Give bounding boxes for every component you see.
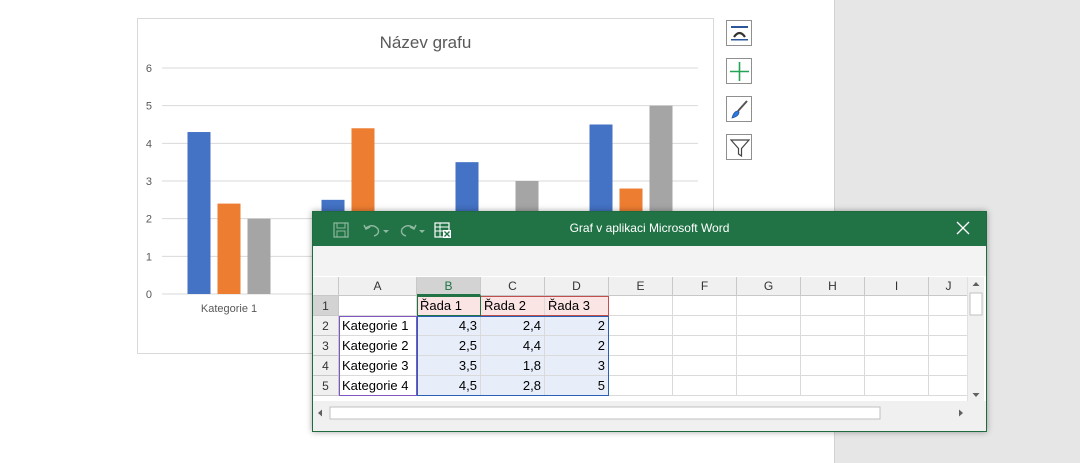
- spreadsheet-grid[interactable]: A B C D E F G H I J 1 2 3 4 5 Řada 1 Řada 2 Řada 3 Kategor…: [313, 276, 986, 401]
- y-tick-label: 6: [146, 63, 152, 75]
- cell-f2[interactable]: [673, 316, 737, 336]
- bar-series-1-category-1[interactable]: [187, 132, 211, 294]
- cell-g4[interactable]: [737, 356, 801, 376]
- cell-i2[interactable]: [865, 316, 929, 336]
- column-header-h[interactable]: H: [801, 277, 865, 296]
- chart-elements-button[interactable]: [726, 20, 752, 46]
- cell-f1[interactable]: [673, 296, 737, 316]
- column-header-j[interactable]: J: [929, 277, 969, 296]
- cell-c3[interactable]: 4,4: [481, 336, 545, 356]
- scroll-up-icon[interactable]: [972, 282, 980, 286]
- y-tick-label: 5: [146, 101, 152, 113]
- cell-b2[interactable]: 4,3: [417, 316, 481, 336]
- cell-i5[interactable]: [865, 376, 929, 396]
- cell-d5[interactable]: 5: [545, 376, 609, 396]
- horizontal-scroll-thumb[interactable]: [329, 406, 881, 420]
- row-header-3[interactable]: 3: [313, 336, 339, 356]
- brush-icon: [731, 100, 748, 119]
- chart-styles-button[interactable]: [726, 96, 752, 122]
- y-tick-label: 4: [146, 138, 152, 150]
- cell-e3[interactable]: [609, 336, 673, 356]
- column-header-f[interactable]: F: [673, 277, 737, 296]
- scroll-right-icon[interactable]: [959, 409, 963, 417]
- cell-a4[interactable]: Kategorie 3: [339, 356, 417, 376]
- cell-b4[interactable]: 3,5: [417, 356, 481, 376]
- column-header-i[interactable]: I: [865, 277, 929, 296]
- cell-d2[interactable]: 2: [545, 316, 609, 336]
- horizontal-scrollbar[interactable]: [313, 405, 986, 421]
- cell-a2[interactable]: Kategorie 1: [339, 316, 417, 336]
- close-icon[interactable]: [954, 219, 972, 237]
- cell-j5[interactable]: [929, 376, 969, 396]
- row-header-4[interactable]: 4: [313, 356, 339, 376]
- cell-e2[interactable]: [609, 316, 673, 336]
- row-header-1[interactable]: 1: [313, 296, 339, 316]
- chart-elements-icon: [731, 26, 748, 41]
- cell-h3[interactable]: [801, 336, 865, 356]
- cell-c4[interactable]: 1,8: [481, 356, 545, 376]
- cell-i4[interactable]: [865, 356, 929, 376]
- y-tick-label: 1: [146, 251, 152, 263]
- excel-data-window[interactable]: Graf v aplikaci Microsoft Word ABCDEFGHI…: [312, 211, 987, 432]
- bar-series-3-category-1[interactable]: [247, 218, 271, 294]
- scroll-down-icon[interactable]: [972, 393, 980, 397]
- cell-g3[interactable]: [737, 336, 801, 356]
- cell-d1[interactable]: Řada 3: [545, 296, 609, 316]
- plus-icon: [730, 62, 749, 81]
- cell-e4[interactable]: [609, 356, 673, 376]
- cell-e5[interactable]: [609, 376, 673, 396]
- column-header-b[interactable]: B: [417, 277, 481, 296]
- y-tick-label: 3: [146, 176, 152, 188]
- formula-bar-area: [313, 246, 986, 277]
- cell-f4[interactable]: [673, 356, 737, 376]
- row-header-5[interactable]: 5: [313, 376, 339, 396]
- chart-filters-button[interactable]: [726, 134, 752, 160]
- cell-a1[interactable]: [339, 296, 417, 316]
- vertical-scroll-thumb[interactable]: [969, 292, 983, 316]
- cell-j4[interactable]: [929, 356, 969, 376]
- cell-c1[interactable]: Řada 2: [481, 296, 545, 316]
- cell-c2[interactable]: 2,4: [481, 316, 545, 336]
- cell-d3[interactable]: 2: [545, 336, 609, 356]
- vertical-scrollbar[interactable]: [967, 277, 984, 401]
- cell-g5[interactable]: [737, 376, 801, 396]
- cell-i3[interactable]: [865, 336, 929, 356]
- bar-series-2-category-1[interactable]: [217, 203, 241, 294]
- column-header-a[interactable]: A: [339, 277, 417, 296]
- column-header-g[interactable]: G: [737, 277, 801, 296]
- column-header-d[interactable]: D: [545, 277, 609, 296]
- cell-a5[interactable]: Kategorie 4: [339, 376, 417, 396]
- cell-c5[interactable]: 2,8: [481, 376, 545, 396]
- cell-i1[interactable]: [865, 296, 929, 316]
- y-tick-label: 0: [146, 289, 152, 301]
- column-header-e[interactable]: E: [609, 277, 673, 296]
- cell-g1[interactable]: [737, 296, 801, 316]
- chart-add-element-button[interactable]: [726, 58, 752, 84]
- x-category-label: Kategorie 1: [201, 303, 257, 315]
- cell-d4[interactable]: 3: [545, 356, 609, 376]
- cell-b5[interactable]: 4,5: [417, 376, 481, 396]
- cell-f5[interactable]: [673, 376, 737, 396]
- cell-j1[interactable]: [929, 296, 969, 316]
- scroll-left-icon[interactable]: [318, 409, 322, 417]
- y-tick-label: 2: [146, 214, 152, 226]
- cell-f3[interactable]: [673, 336, 737, 356]
- excel-titlebar[interactable]: Graf v aplikaci Microsoft Word: [313, 212, 986, 246]
- cell-a3[interactable]: Kategorie 2: [339, 336, 417, 356]
- column-header-c[interactable]: C: [481, 277, 545, 296]
- cell-h5[interactable]: [801, 376, 865, 396]
- select-all-corner[interactable]: [313, 277, 339, 296]
- filter-icon: [729, 139, 751, 158]
- cell-b3[interactable]: 2,5: [417, 336, 481, 356]
- cell-g2[interactable]: [737, 316, 801, 336]
- window-title: Graf v aplikaci Microsoft Word: [569, 221, 730, 235]
- cell-h4[interactable]: [801, 356, 865, 376]
- cell-e1[interactable]: [609, 296, 673, 316]
- cell-b1[interactable]: Řada 1: [417, 296, 481, 316]
- cell-j2[interactable]: [929, 316, 969, 336]
- cell-h2[interactable]: [801, 316, 865, 336]
- cell-h1[interactable]: [801, 296, 865, 316]
- row-header-2[interactable]: 2: [313, 316, 339, 336]
- cell-j3[interactable]: [929, 336, 969, 356]
